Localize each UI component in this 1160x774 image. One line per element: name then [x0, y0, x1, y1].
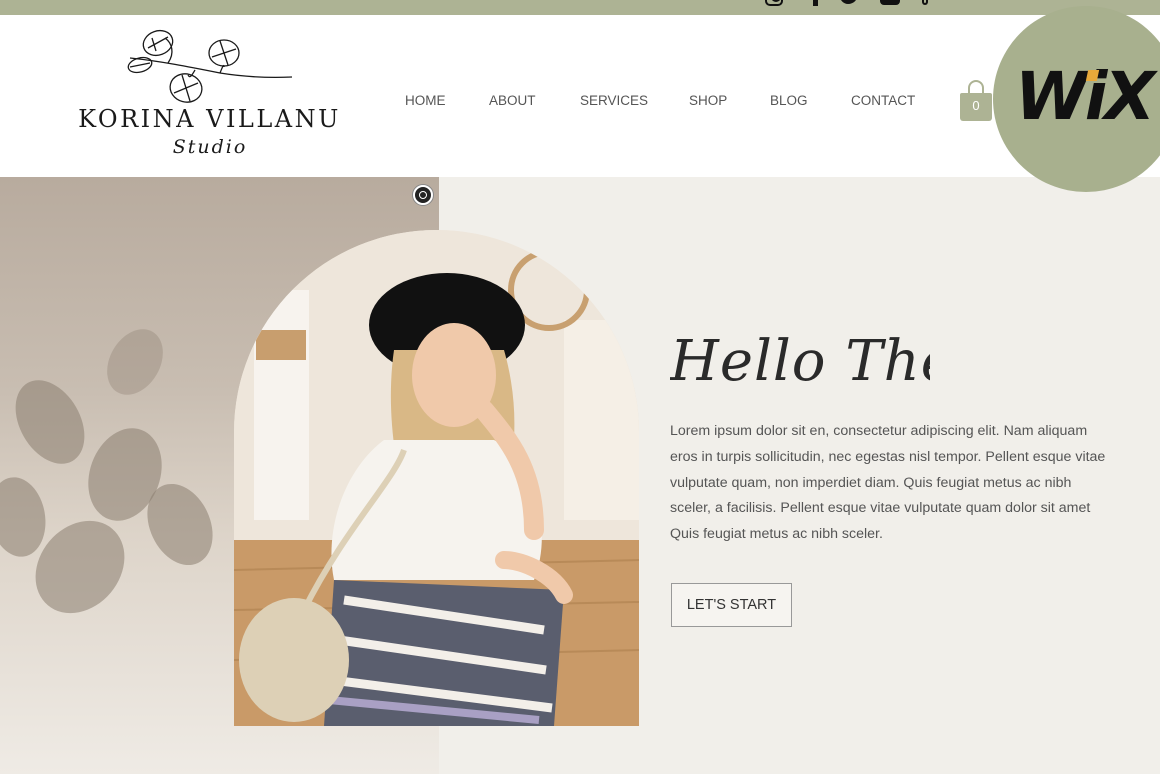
social-links — [765, 0, 928, 6]
eucalyptus-logo-icon — [127, 29, 293, 103]
nav-shop[interactable]: SHOP — [689, 93, 727, 108]
nav-blog[interactable]: BLOG — [770, 93, 808, 108]
instagram-icon[interactable] — [765, 0, 783, 6]
lets-start-button[interactable]: LET'S START — [671, 583, 792, 627]
nav-home[interactable]: HOME — [405, 93, 446, 108]
tiktok-icon[interactable] — [922, 0, 928, 5]
site-header: KORINA VILLANU Studio HOME ABOUT SERVICE… — [0, 15, 1160, 177]
hello-there-heading: Hello There! — [670, 329, 930, 394]
hero-portrait-image — [234, 230, 639, 726]
twitter-icon[interactable] — [840, 0, 858, 4]
top-social-bar — [0, 0, 1160, 15]
zoom-icon[interactable] — [413, 185, 433, 205]
youtube-icon[interactable] — [880, 0, 900, 5]
cart-count: 0 — [972, 98, 980, 113]
svg-text:Hello There!: Hello There! — [670, 329, 930, 394]
brand-name[interactable]: KORINA VILLANU — [72, 105, 347, 133]
brand-subtitle[interactable]: Studio — [150, 136, 270, 158]
nav-services[interactable]: SERVICES — [580, 93, 648, 108]
hero-description: Lorem ipsum dolor sit en, consectetur ad… — [670, 423, 1106, 543]
woman-portrait-illustration — [234, 230, 639, 726]
nav-about[interactable]: ABOUT — [489, 93, 536, 108]
wix-dot-icon — [1085, 70, 1100, 81]
wix-logo-text: WiX — [1015, 58, 1155, 135]
nav-contact[interactable]: CONTACT — [851, 93, 915, 108]
facebook-icon[interactable] — [813, 0, 818, 6]
cart-button[interactable]: 0 — [960, 80, 992, 121]
